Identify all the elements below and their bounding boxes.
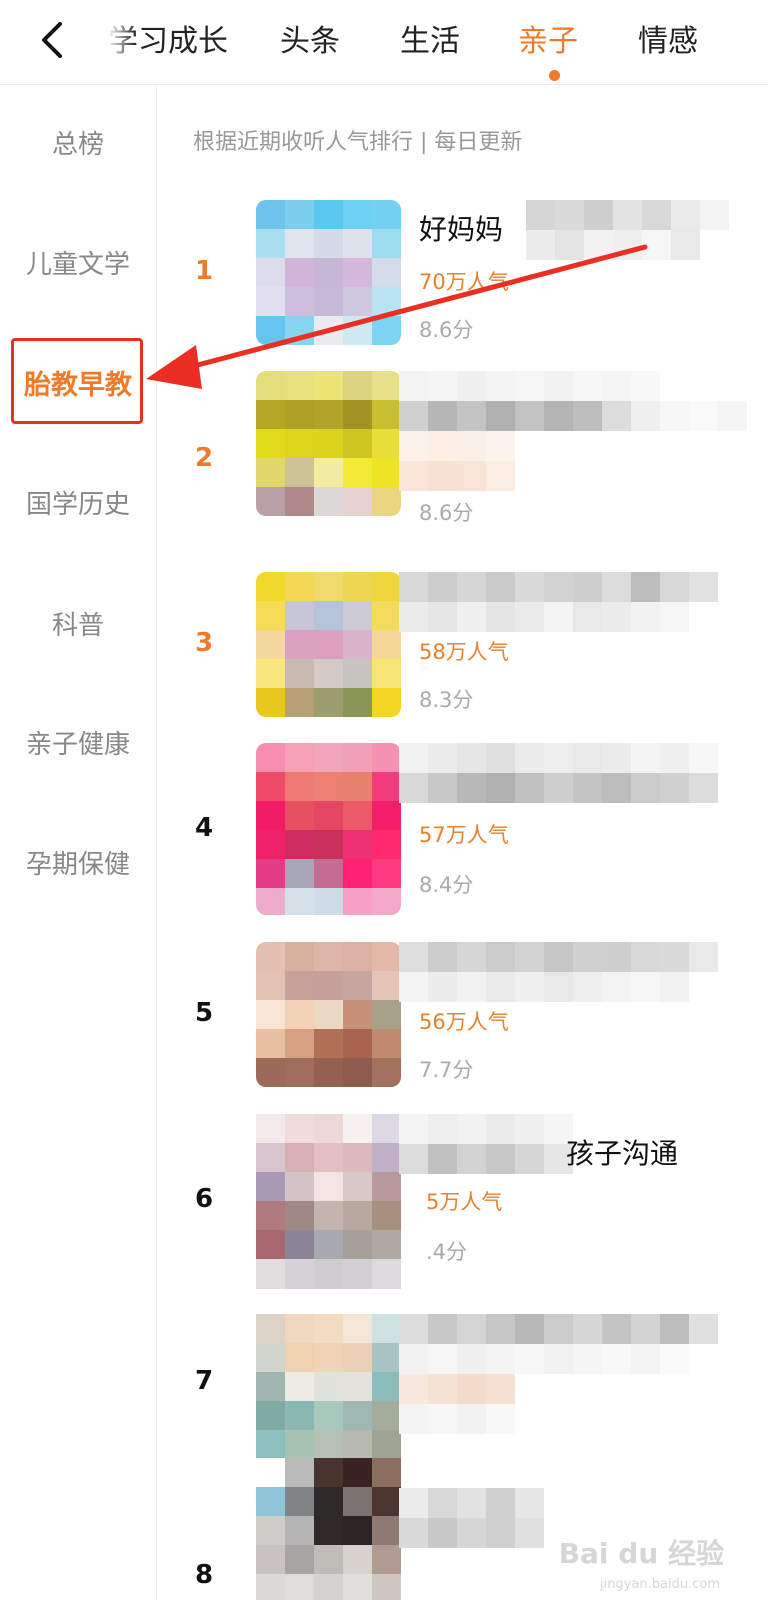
blurred-text (399, 572, 718, 602)
album-cover (256, 572, 401, 717)
blurred-text (399, 942, 718, 972)
rating-score: 8.6分 (419, 318, 474, 342)
album-cover (256, 942, 401, 1087)
tab-life[interactable]: 生活 (400, 20, 460, 64)
popularity-count: 58万人气 (419, 640, 509, 664)
rank-number: 1 (194, 256, 214, 286)
list-item[interactable]: 1 好妈妈 70万人气 8.6分 (156, 200, 768, 350)
album-cover (256, 743, 401, 915)
sidebar-item-overall[interactable]: 总榜 (0, 123, 156, 167)
watermark-logo: Bai du 经验 (558, 1537, 724, 1570)
rank-number: 8 (194, 1560, 214, 1590)
blurred-text (399, 1488, 544, 1518)
active-tab-indicator (549, 70, 560, 81)
album-cover (256, 1114, 401, 1289)
blurred-text (399, 602, 689, 632)
tab-parenting[interactable]: 亲子 (518, 20, 578, 64)
blurred-text (399, 461, 515, 491)
list-item[interactable]: 6 孩子沟通 5万人气 .4分 (156, 1114, 768, 1289)
sidebar-item-parent-child-health[interactable]: 亲子健康 (0, 723, 156, 767)
popularity-count: 70万人气 (419, 270, 509, 294)
chevron-left-icon (42, 22, 62, 58)
rank-number: 5 (194, 998, 214, 1028)
blurred-text (399, 1344, 689, 1374)
app-screen: 学习成长 头条 生活 亲子 情感 总榜 儿童文学 胎教早教 国学历史 科普 亲子… (0, 0, 768, 1600)
category-sidebar: 总榜 儿童文学 胎教早教 国学历史 科普 亲子健康 孕期保健 (0, 85, 157, 1600)
album-title: 孩子沟通 (566, 1137, 679, 1170)
rating-score: 8.4分 (419, 873, 474, 897)
rank-number: 2 (194, 443, 214, 473)
tab-headlines[interactable]: 头条 (280, 20, 340, 64)
sidebar-item-pregnancy-care[interactable]: 孕期保健 (0, 843, 156, 887)
tab-emotion[interactable]: 情感 (638, 20, 698, 64)
blurred-text (399, 431, 515, 461)
blurred-text (399, 1314, 718, 1344)
rating-score: 8.6分 (419, 501, 474, 525)
top-tab-bar: 学习成长 头条 生活 亲子 情感 (0, 0, 768, 85)
rank-number: 6 (194, 1184, 214, 1214)
popularity-count: 5万人气 (426, 1190, 503, 1214)
back-button[interactable] (34, 18, 74, 62)
tab-fade-overlay (100, 18, 136, 66)
rank-number: 4 (194, 813, 214, 843)
list-item[interactable]: 5 56万人气 7.7分 (156, 942, 768, 1087)
blurred-text (399, 371, 660, 401)
blurred-text (399, 1374, 515, 1404)
rank-number: 7 (194, 1366, 214, 1396)
blurred-text (399, 1114, 573, 1144)
rating-score: 8.3分 (419, 688, 474, 712)
rating-score: 7.7分 (419, 1058, 474, 1082)
list-subtitle: 根据近期收听人气排行 | 每日更新 (193, 130, 523, 155)
blurred-text (399, 401, 747, 431)
album-cover (256, 1458, 401, 1600)
blurred-text (399, 1518, 544, 1548)
album-title: 好妈妈 (419, 213, 504, 246)
watermark-url: jingyan.baidu.com (600, 1577, 720, 1592)
rank-number: 3 (194, 628, 214, 658)
popularity-count: 56万人气 (419, 1010, 509, 1034)
blurred-text (399, 773, 718, 803)
album-cover (256, 1314, 401, 1459)
album-cover (256, 200, 401, 345)
list-item[interactable]: 3 58万人气 8.3分 (156, 572, 768, 722)
sidebar-item-science[interactable]: 科普 (0, 604, 156, 648)
list-item[interactable]: 4 57万人气 8.4分 (156, 743, 768, 915)
blurred-text (526, 230, 700, 260)
blurred-text (399, 743, 718, 773)
highlight-box (11, 338, 143, 424)
sidebar-item-chinese-history[interactable]: 国学历史 (0, 483, 156, 527)
rating-score: .4分 (426, 1240, 468, 1264)
list-item[interactable]: 2 8.6分 (156, 371, 768, 525)
popularity-count: 57万人气 (419, 823, 509, 847)
blurred-text (399, 972, 689, 1002)
blurred-text (526, 200, 729, 230)
blurred-text (399, 1404, 515, 1434)
album-cover (256, 371, 401, 516)
sidebar-item-children-literature[interactable]: 儿童文学 (0, 243, 156, 287)
list-item[interactable]: 7 (156, 1314, 768, 1459)
blurred-text (399, 1144, 573, 1174)
